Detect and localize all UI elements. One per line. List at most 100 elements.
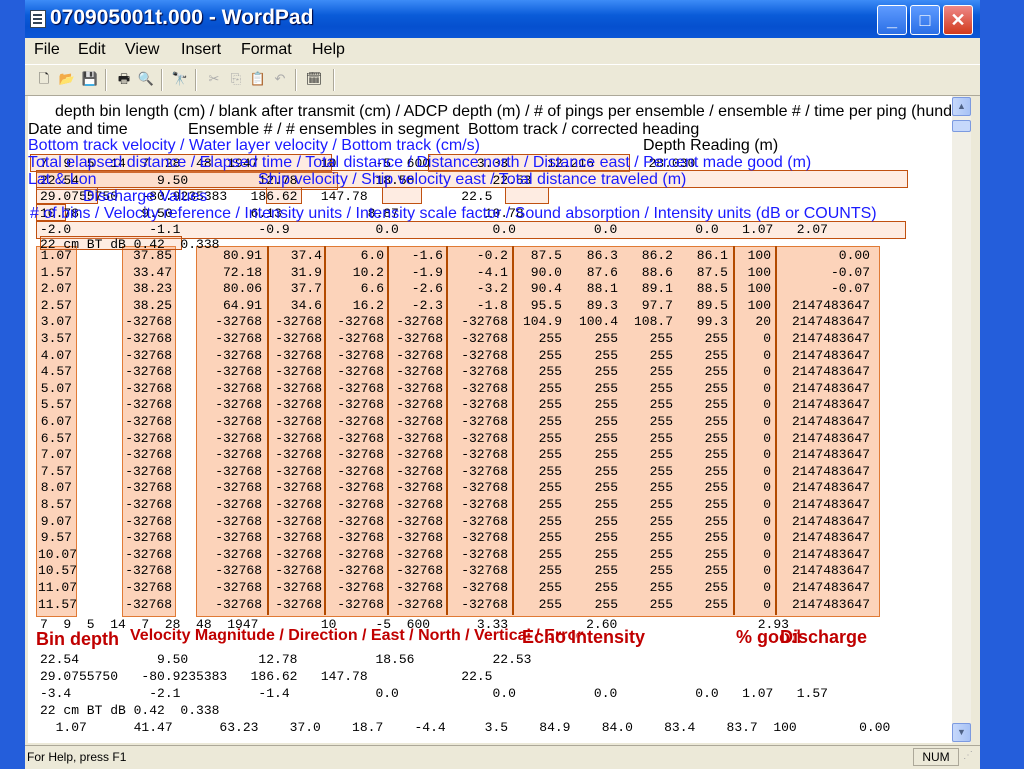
annotation-velocity-columns: Velocity Magnitude / Direction / East / … — [130, 627, 584, 644]
table-cell: -32768 — [396, 331, 443, 346]
table-cell: 255 — [594, 430, 618, 446]
copy-icon[interactable]: ⎘ — [227, 71, 245, 87]
close-button[interactable]: ✕ — [943, 5, 973, 35]
minimize-button[interactable]: _ — [877, 5, 907, 35]
print-icon[interactable]: 🖶 — [115, 71, 133, 87]
table-cell: 255 — [538, 463, 562, 479]
table-cell: 255 — [538, 397, 562, 413]
menu-format[interactable]: Format — [241, 41, 292, 59]
table-cell: 255 — [594, 380, 618, 396]
table-cell: -32768 — [396, 414, 443, 429]
undo-icon[interactable]: ↶ — [271, 71, 289, 87]
table-cell: -32768 — [461, 447, 508, 463]
table-cell: -32768 — [396, 314, 443, 330]
resize-grip-icon[interactable]: ⋰ — [963, 750, 977, 764]
table-cell: 255 — [704, 480, 728, 496]
table-cell: 2147483647 — [791, 397, 870, 413]
table-cell: 0 — [763, 530, 771, 546]
table-cell: -32768 — [125, 596, 172, 612]
table-cell: -32768 — [461, 596, 508, 612]
table-cell: -2.3 — [411, 297, 443, 313]
table-cell: 255 — [538, 364, 562, 380]
table-cell: 2147483647 — [791, 364, 870, 380]
table-cell: 6.57 — [40, 430, 72, 446]
document-area[interactable]: 7 9 5 14 7 28 48 1947 10 -5 600 3.33 12.… — [28, 96, 952, 743]
table-cell: 2147483647 — [791, 513, 870, 529]
table-cell: 88.5 — [696, 281, 728, 297]
table-cell: 255 — [594, 331, 618, 346]
table-cell: -32768 — [125, 497, 172, 512]
table-cell: 2147483647 — [791, 314, 870, 330]
menu-help[interactable]: Help — [312, 41, 345, 59]
table-cell: -3.2 — [476, 281, 508, 297]
find-binoculars-icon[interactable]: 🔭 — [171, 71, 189, 87]
table-cell: 255 — [538, 414, 562, 429]
table-cell: 2147483647 — [791, 480, 870, 496]
table-cell: 0 — [763, 463, 771, 479]
table-cell: -0.07 — [830, 264, 870, 280]
table-cell: 2147483647 — [791, 563, 870, 579]
new-document-icon[interactable]: 🗋 — [35, 71, 53, 87]
table-cell: 6.0 — [360, 248, 384, 263]
table-cell: 2147483647 — [791, 414, 870, 429]
table-cell: 10.07 — [38, 546, 78, 562]
table-cell: 255 — [594, 530, 618, 546]
table-cell: -32768 — [461, 314, 508, 330]
menu-edit[interactable]: Edit — [78, 41, 106, 59]
title-bar[interactable]: 070905001t.000 - WordPad _ □ ✕ — [25, 0, 980, 38]
table-cell: 9.07 — [40, 513, 72, 529]
table-cell: -1.8 — [476, 297, 508, 313]
table-cell: -32768 — [396, 463, 443, 479]
toolbar: 🗋 📂 💾 🖶 🔍 🔭 ✂ ⎘ 📋 ↶ 🗓 — [25, 64, 980, 96]
table-cell: -32768 — [337, 414, 384, 429]
toolbar-separator — [295, 69, 297, 91]
table-cell: -32768 — [461, 364, 508, 380]
table-cell: 2147483647 — [791, 580, 870, 595]
table-cell: -32768 — [215, 414, 262, 429]
open-folder-icon[interactable]: 📂 — [58, 71, 76, 87]
table-cell: 87.5 — [696, 264, 728, 280]
table-cell: -32768 — [337, 497, 384, 512]
table-cell: 90.4 — [530, 281, 562, 297]
table-cell: -32768 — [275, 513, 322, 529]
table-cell: -32768 — [275, 563, 322, 579]
table-cell: -32768 — [461, 530, 508, 546]
table-cell: 255 — [594, 397, 618, 413]
insert-date-time-icon[interactable]: 🗓 — [305, 71, 323, 87]
table-cell: 0 — [763, 546, 771, 562]
menu-file[interactable]: File — [34, 41, 60, 59]
menu-view[interactable]: View — [125, 41, 159, 59]
table-cell: 2147483647 — [791, 331, 870, 346]
print-preview-icon[interactable]: 🔍 — [137, 71, 155, 87]
table-cell: 5.07 — [40, 380, 72, 396]
scroll-down-icon[interactable]: ▼ — [952, 723, 971, 742]
table-cell: 0 — [763, 596, 771, 612]
table-cell: 255 — [538, 430, 562, 446]
table-cell: 255 — [704, 580, 728, 595]
table-cell: 2.07 — [40, 281, 72, 297]
table-cell: -32768 — [125, 546, 172, 562]
status-bar: For Help, press F1 NUM ⋰ — [25, 745, 980, 769]
scroll-up-icon[interactable]: ▲ — [952, 97, 971, 116]
table-cell: 255 — [649, 530, 673, 546]
table-cell: -32768 — [125, 563, 172, 579]
table-cell: -32768 — [275, 480, 322, 496]
table-cell: -32768 — [125, 364, 172, 380]
table-cell: 255 — [594, 513, 618, 529]
vertical-scrollbar[interactable]: ▲ ▼ — [952, 96, 971, 743]
menu-insert[interactable]: Insert — [181, 41, 221, 59]
paste-icon[interactable]: 📋 — [249, 71, 267, 87]
table-cell: -32768 — [461, 380, 508, 396]
maximize-button[interactable]: □ — [910, 5, 940, 35]
table-cell: 255 — [594, 414, 618, 429]
wordpad-window: 070905001t.000 - WordPad _ □ ✕ File Edit… — [25, 0, 980, 769]
table-cell: -32768 — [461, 463, 508, 479]
scroll-thumb[interactable] — [952, 120, 971, 132]
save-disk-icon[interactable]: 💾 — [81, 71, 99, 87]
wordpad-app-icon[interactable] — [30, 10, 46, 28]
table-cell: 6.07 — [40, 414, 72, 429]
table-cell: -32768 — [125, 397, 172, 413]
table-cell: -32768 — [461, 331, 508, 346]
cut-icon[interactable]: ✂ — [205, 71, 223, 87]
table-cell: 87.5 — [530, 248, 562, 263]
